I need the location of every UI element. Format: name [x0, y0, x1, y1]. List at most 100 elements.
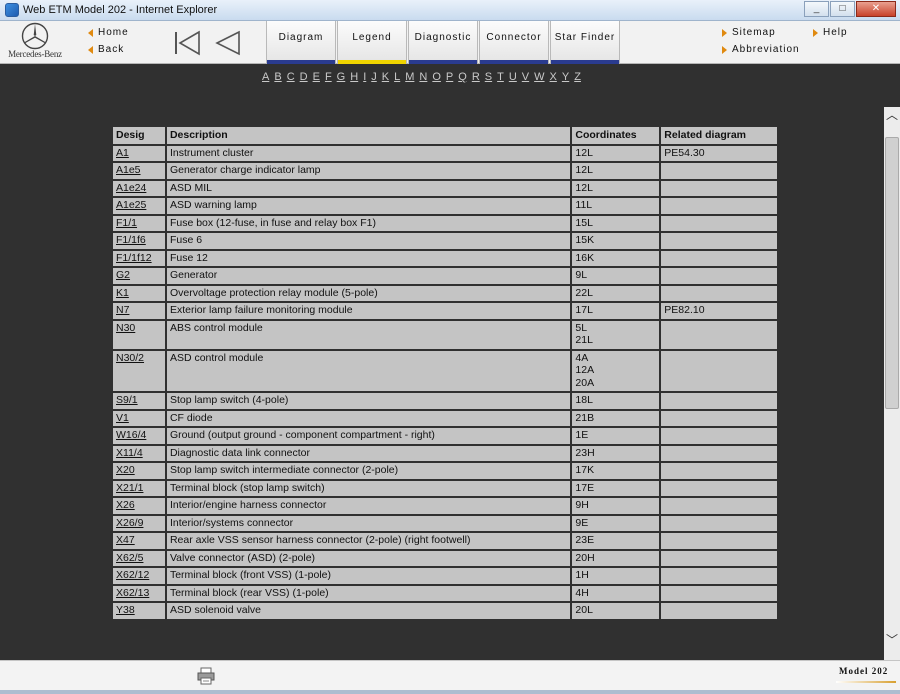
table-header-row: Desig Description Coordinates Related di…	[111, 125, 779, 146]
alphabet-link-u[interactable]: U	[509, 71, 517, 83]
desig-link[interactable]: X21/1	[116, 482, 143, 494]
close-button[interactable]: ✕	[856, 1, 896, 17]
back-link[interactable]: Back	[88, 44, 124, 55]
alphabet-link-c[interactable]: C	[287, 71, 295, 83]
desig-link[interactable]: F1/1f12	[116, 252, 152, 264]
desig-link[interactable]: X47	[116, 534, 135, 546]
related-diagram-cell	[659, 443, 779, 463]
desig-link[interactable]: X62/12	[116, 569, 149, 581]
desig-link[interactable]: Y38	[116, 604, 135, 616]
table-row: X62/5 Valve connector (ASD) (2-pole) 20H	[111, 548, 779, 568]
related-diagram-cell: PE82.10	[659, 301, 779, 321]
coordinates-cell: 21B	[570, 408, 662, 428]
related-diagram-cell	[659, 548, 779, 568]
alphabet-link-f[interactable]: F	[325, 71, 332, 83]
table-row: X26/9 Interior/systems connector 9E	[111, 513, 779, 533]
desig-link[interactable]: X11/4	[116, 447, 143, 459]
table-row: X62/12 Terminal block (front VSS) (1-pole…	[111, 566, 779, 586]
desig-link[interactable]: V1	[116, 412, 129, 424]
alphabet-link-h[interactable]: H	[350, 71, 358, 83]
alphabet-link-m[interactable]: M	[405, 71, 414, 83]
table-row: N30 ABS control module 5L 21L	[111, 318, 779, 351]
desig-link[interactable]: A1	[116, 147, 129, 159]
desig-link[interactable]: G2	[116, 269, 130, 281]
alphabet-link-r[interactable]: R	[472, 71, 480, 83]
desig-link[interactable]: A1e24	[116, 182, 146, 194]
minimize-button[interactable]: _	[804, 1, 829, 17]
desig-link[interactable]: W16/4	[116, 429, 146, 441]
desig-cell: X26/9	[111, 513, 167, 533]
coordinates-cell: 11L	[570, 196, 662, 216]
description-cell: Fuse 6	[164, 231, 573, 251]
abbreviation-link[interactable]: Abbreviation	[722, 44, 800, 55]
alphabet-link-g[interactable]: G	[337, 71, 346, 83]
description-cell: Instrument cluster	[164, 143, 573, 163]
scroll-down-icon[interactable]: ﹀	[884, 632, 900, 649]
internet-explorer-icon	[5, 3, 19, 17]
alphabet-link-p[interactable]: P	[446, 71, 453, 83]
description-cell: ASD control module	[164, 348, 573, 393]
desig-link[interactable]: K1	[116, 287, 129, 299]
sitemap-link[interactable]: Sitemap	[722, 27, 776, 38]
desig-link[interactable]: A1e25	[116, 199, 146, 211]
desig-cell: X62/5	[111, 548, 167, 568]
previous-page-button[interactable]	[212, 29, 242, 57]
alphabet-link-e[interactable]: E	[313, 71, 320, 83]
description-cell: Rear axle VSS sensor harness connector (…	[164, 531, 573, 551]
help-link[interactable]: Help	[813, 27, 848, 38]
alphabet-link-q[interactable]: Q	[458, 71, 467, 83]
desig-link[interactable]: F1/1f6	[116, 234, 146, 246]
desig-link[interactable]: N30/2	[116, 352, 144, 364]
desig-link[interactable]: X62/13	[116, 587, 149, 599]
alphabet-link-y[interactable]: Y	[562, 71, 569, 83]
desig-link[interactable]: X26/9	[116, 517, 143, 529]
table-row: X47 Rear axle VSS sensor harness connecto…	[111, 531, 779, 551]
table-row: N30/2 ASD control module 4A 12A 20A	[111, 348, 779, 393]
maximize-button[interactable]: □	[830, 1, 855, 17]
tab-legend[interactable]: Legend	[337, 21, 407, 64]
alphabet-link-t[interactable]: T	[497, 71, 504, 83]
alphabet-link-l[interactable]: L	[394, 71, 400, 83]
desig-link[interactable]: X62/5	[116, 552, 143, 564]
coordinates-cell: 15L	[570, 213, 662, 233]
alphabet-link-z[interactable]: Z	[574, 71, 581, 83]
tab-star-finder[interactable]: Star Finder	[550, 21, 620, 64]
vertical-scrollbar[interactable]: ︿ ﹀	[884, 107, 900, 660]
tab-connector[interactable]: Connector	[479, 21, 549, 64]
alphabet-link-w[interactable]: W	[534, 71, 544, 83]
desig-link[interactable]: N7	[116, 304, 129, 316]
desig-link[interactable]: F1/1	[116, 217, 137, 229]
arrow-right-icon	[722, 28, 727, 37]
alphabet-link-s[interactable]: S	[485, 71, 492, 83]
desig-link[interactable]: S9/1	[116, 394, 138, 406]
coordinates-cell: 12L	[570, 161, 662, 181]
scroll-up-icon[interactable]: ︿	[884, 107, 900, 124]
scrollbar-thumb[interactable]	[885, 137, 899, 409]
tab-diagram[interactable]: Diagram	[266, 21, 336, 64]
scrollbar-gap	[884, 64, 900, 107]
print-button[interactable]	[196, 667, 216, 688]
desig-link[interactable]: X20	[116, 464, 135, 476]
alphabet-link-a[interactable]: A	[262, 71, 269, 83]
tab-diagnostic[interactable]: Diagnostic	[408, 21, 478, 64]
alphabet-link-v[interactable]: V	[522, 71, 529, 83]
description-cell: ASD warning lamp	[164, 196, 573, 216]
alphabet-link-d[interactable]: D	[300, 71, 308, 83]
desig-link[interactable]: A1e5	[116, 164, 141, 176]
desig-cell: F1/1f6	[111, 231, 167, 251]
alphabet-link-b[interactable]: B	[274, 71, 281, 83]
main-tabs: Diagram Legend Diagnostic Connector Star…	[266, 21, 621, 64]
desig-link[interactable]: X26	[116, 499, 135, 511]
alphabet-link-o[interactable]: O	[432, 71, 441, 83]
desig-link[interactable]: N30	[116, 322, 135, 334]
desig-cell: S9/1	[111, 391, 167, 411]
home-link[interactable]: Home	[88, 27, 129, 38]
alphabet-link-j[interactable]: J	[371, 71, 377, 83]
desig-cell: N7	[111, 301, 167, 321]
alphabet-link-n[interactable]: N	[419, 71, 427, 83]
first-page-button[interactable]	[172, 29, 202, 57]
alphabet-link-i[interactable]: I	[363, 71, 366, 83]
arrow-left-icon	[88, 45, 93, 54]
alphabet-link-k[interactable]: K	[382, 71, 389, 83]
alphabet-link-x[interactable]: X	[550, 71, 557, 83]
